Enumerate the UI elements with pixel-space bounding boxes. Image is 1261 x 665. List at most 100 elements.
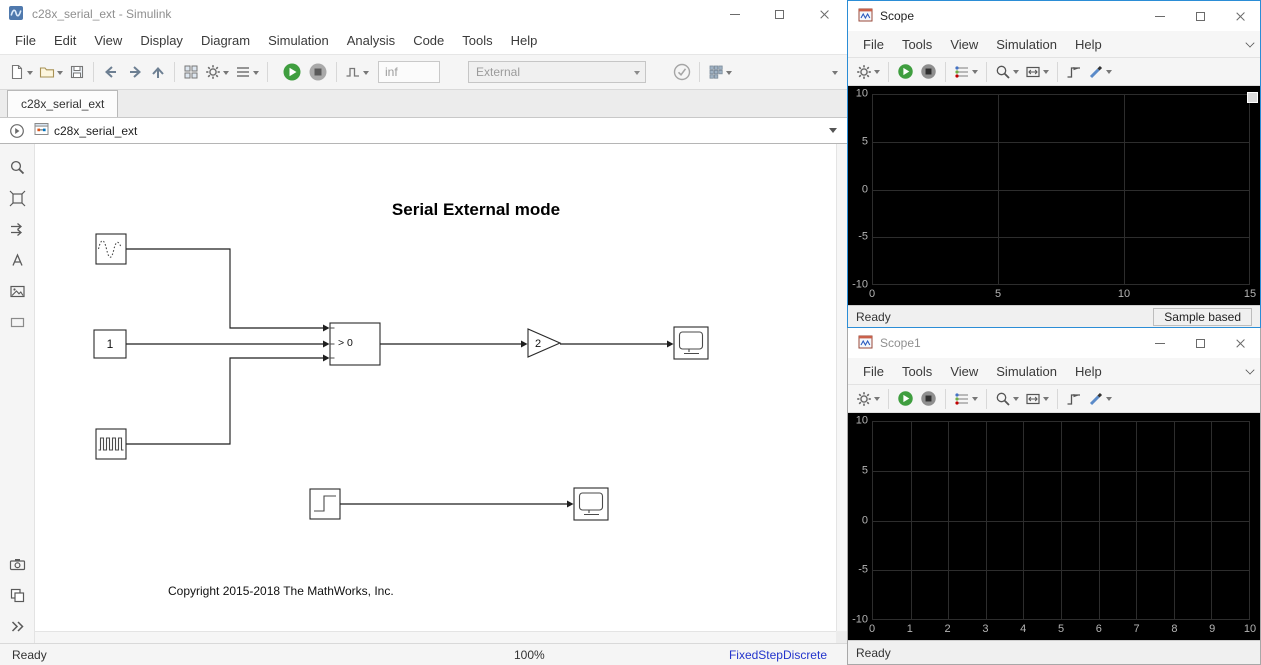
scope-settings-button[interactable] — [853, 387, 883, 411]
copyright-annotation[interactable]: Copyright 2015-2018 The MathWorks, Inc. — [168, 584, 394, 598]
toolbar-separator — [1057, 61, 1058, 82]
save-button[interactable] — [66, 59, 88, 85]
breadcrumb-item[interactable]: c28x_serial_ext — [54, 124, 137, 138]
signal-line[interactable] — [126, 357, 324, 445]
menu-tools[interactable]: Tools — [893, 358, 941, 385]
menu-view[interactable]: View — [941, 31, 987, 58]
scope-settings-button[interactable] — [853, 60, 883, 84]
screenshot-button[interactable] — [5, 553, 29, 575]
simulation-display-button[interactable] — [342, 59, 372, 85]
sample-time-display-button[interactable] — [5, 218, 29, 240]
build-button[interactable] — [705, 59, 735, 85]
maximize-button[interactable] — [1180, 328, 1220, 358]
scope-style-button[interactable] — [951, 387, 981, 411]
switch-block[interactable]: > 0 — [329, 322, 381, 366]
gain-block[interactable]: 2 — [527, 328, 562, 358]
scope-stop-button[interactable] — [917, 387, 940, 411]
menu-file[interactable]: File — [854, 358, 893, 385]
close-button[interactable] — [1220, 1, 1260, 31]
fit-to-view-button[interactable] — [5, 187, 29, 209]
sine-wave-block[interactable] — [95, 233, 127, 265]
viewmarks-button[interactable] — [5, 584, 29, 606]
step-block[interactable] — [309, 488, 341, 520]
signal-line[interactable] — [126, 248, 324, 329]
status-solver[interactable]: FixedStepDiscrete — [729, 648, 827, 662]
scope-trigger-button[interactable] — [1063, 60, 1085, 84]
model-settings-button[interactable] — [202, 59, 232, 85]
model-tab[interactable]: c28x_serial_ext — [7, 90, 119, 117]
stop-time-input[interactable] — [378, 61, 440, 83]
close-icon — [1235, 11, 1246, 22]
scope-run-button[interactable] — [894, 60, 917, 84]
menu-analysis[interactable]: Analysis — [338, 28, 404, 54]
run-icon — [283, 63, 301, 81]
chevron-down-icon — [1106, 70, 1112, 74]
menu-help[interactable]: Help — [1066, 31, 1111, 58]
maximize-button[interactable] — [757, 0, 802, 28]
library-browser-button[interactable] — [180, 59, 202, 85]
scope-measurements-button[interactable] — [1085, 60, 1115, 84]
scope-style-button[interactable] — [951, 60, 981, 84]
menu-view[interactable]: View — [85, 28, 131, 54]
scope-window: Scope File Tools View Simulation Help 10… — [847, 0, 1261, 328]
simulation-mode-select[interactable]: External — [468, 61, 646, 83]
scope-measurements-button[interactable] — [1085, 387, 1115, 411]
pulse-generator-block[interactable] — [95, 428, 127, 460]
toolbar-overflow-button[interactable] — [827, 59, 841, 85]
close-button[interactable] — [802, 0, 847, 28]
breadcrumb-dropdown-icon[interactable] — [829, 128, 837, 133]
menu-overflow-icon[interactable] — [1245, 38, 1255, 48]
shape-button[interactable] — [5, 311, 29, 333]
menu-overflow-icon[interactable] — [1245, 365, 1255, 375]
up-to-parent-button[interactable] — [147, 59, 169, 85]
scope-stop-button[interactable] — [917, 60, 940, 84]
expand-palette-button[interactable] — [5, 615, 29, 637]
breadcrumb-nav-button[interactable] — [0, 123, 34, 139]
scope-run-button[interactable] — [894, 387, 917, 411]
run-button[interactable] — [279, 59, 305, 85]
annotation-button[interactable] — [5, 249, 29, 271]
horizontal-scrollbar[interactable] — [35, 631, 836, 643]
image-button[interactable] — [5, 280, 29, 302]
menu-simulation[interactable]: Simulation — [259, 28, 338, 54]
menu-help[interactable]: Help — [1066, 358, 1111, 385]
maximize-button[interactable] — [1180, 1, 1220, 31]
menu-diagram[interactable]: Diagram — [192, 28, 259, 54]
menu-file[interactable]: File — [6, 28, 45, 54]
scope-span-button[interactable] — [1022, 60, 1052, 84]
minimize-button[interactable] — [1140, 328, 1180, 358]
new-model-button[interactable] — [6, 59, 36, 85]
model-canvas[interactable]: Serial External mode 1 > 0 2 Copyright 2… — [35, 144, 847, 643]
vertical-scrollbar[interactable] — [836, 144, 847, 631]
menu-file[interactable]: File — [854, 31, 893, 58]
maximize-axes-button[interactable] — [1247, 92, 1258, 103]
forward-button[interactable] — [123, 59, 147, 85]
scope1-block[interactable] — [573, 487, 609, 521]
stop-button[interactable] — [305, 59, 331, 85]
menu-help[interactable]: Help — [502, 28, 547, 54]
minimize-button[interactable] — [1140, 1, 1180, 31]
diagram-title-annotation[interactable]: Serial External mode — [392, 200, 560, 219]
scope-zoom-button[interactable] — [992, 60, 1022, 84]
menu-code[interactable]: Code — [404, 28, 453, 54]
minimize-button[interactable] — [712, 0, 757, 28]
scope-trigger-button[interactable] — [1063, 387, 1085, 411]
update-model-button[interactable] — [670, 59, 694, 85]
menu-tools[interactable]: Tools — [453, 28, 501, 54]
menu-simulation[interactable]: Simulation — [987, 358, 1066, 385]
constant-block[interactable]: 1 — [93, 329, 127, 359]
menu-view[interactable]: View — [941, 358, 987, 385]
zoom-button[interactable] — [5, 156, 29, 178]
scope-span-button[interactable] — [1022, 387, 1052, 411]
back-button[interactable] — [99, 59, 123, 85]
model-config-button[interactable] — [232, 59, 262, 85]
scope-block[interactable] — [673, 326, 709, 360]
menu-tools[interactable]: Tools — [893, 31, 941, 58]
close-button[interactable] — [1220, 328, 1260, 358]
menu-edit[interactable]: Edit — [45, 28, 85, 54]
open-button[interactable] — [36, 59, 66, 85]
scope-zoom-button[interactable] — [992, 387, 1022, 411]
menu-display[interactable]: Display — [131, 28, 192, 54]
simulink-titlebar: c28x_serial_ext - Simulink — [0, 0, 847, 28]
menu-simulation[interactable]: Simulation — [987, 31, 1066, 58]
